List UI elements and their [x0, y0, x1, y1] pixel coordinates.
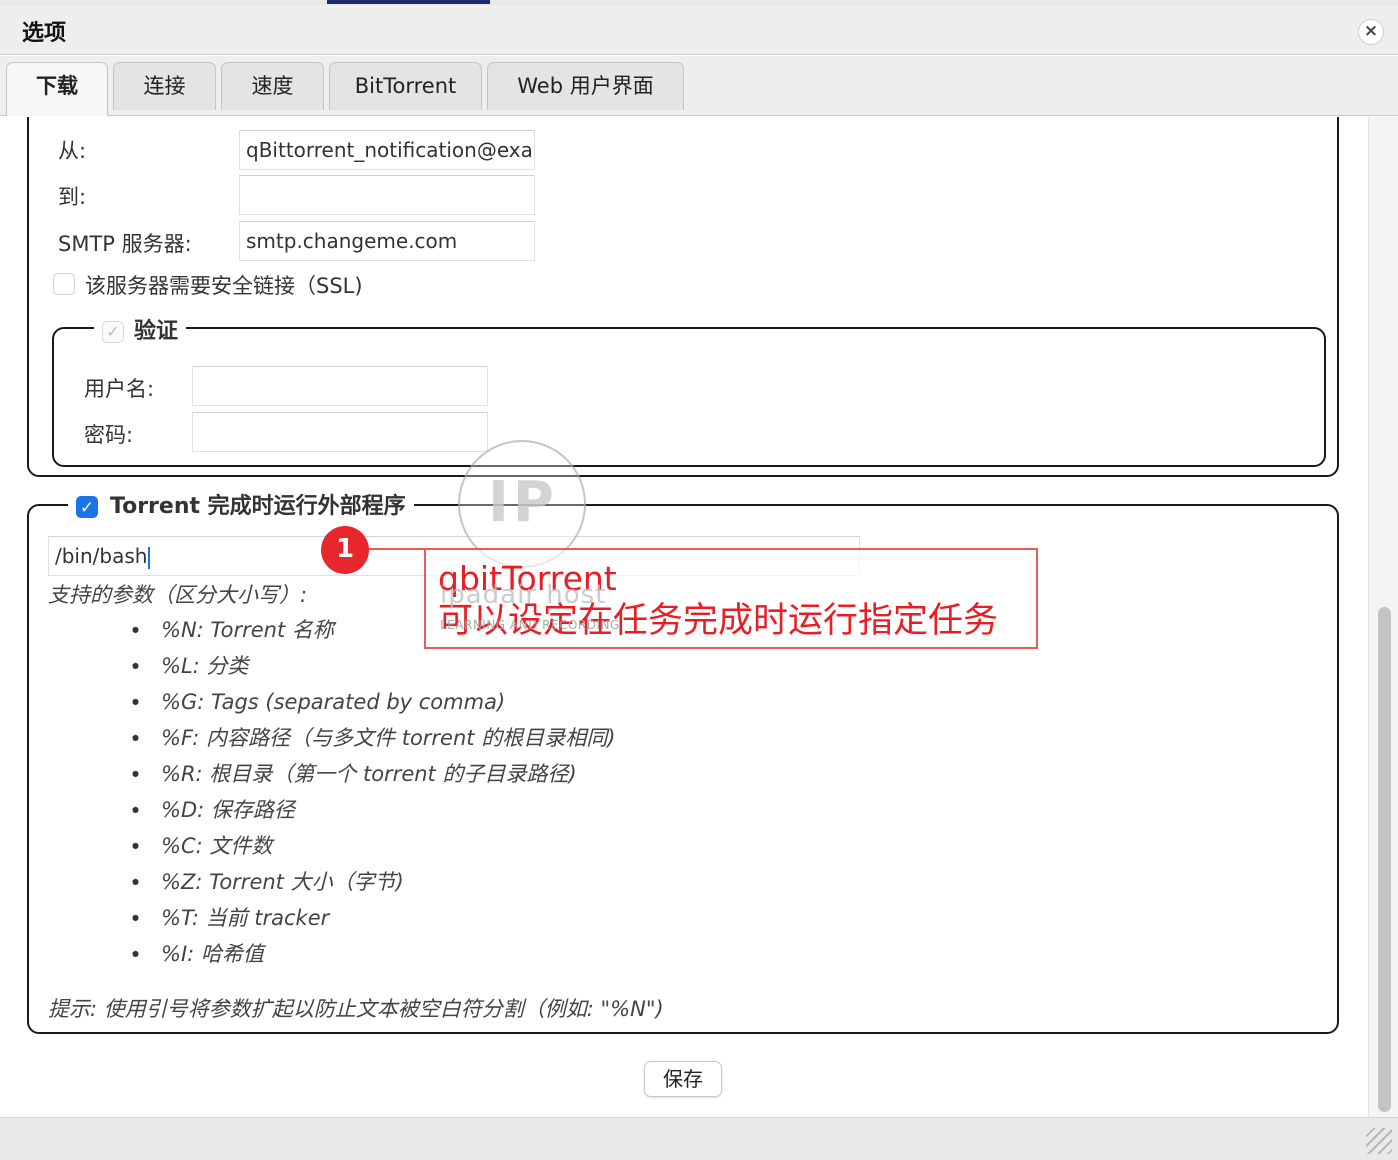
tab-webui[interactable]: Web 用户界面	[487, 62, 684, 110]
scrollbar-thumb[interactable]	[1378, 607, 1391, 1112]
run-program-checkbox[interactable]: ✓	[76, 496, 98, 518]
tab-bar: 下载 连接 速度 BitTorrent Web 用户界面	[0, 56, 1398, 116]
close-icon: ×	[1363, 21, 1379, 41]
dialog-titlebar: 选项 ×	[0, 5, 1398, 55]
top-strip-highlight	[327, 0, 490, 4]
param-item: %F: 内容路径（与多文件 torrent 的根目录相同)	[130, 721, 615, 757]
run-program-legend: ✓ Torrent 完成时运行外部程序	[68, 488, 414, 520]
ssl-checkbox[interactable]	[53, 273, 75, 295]
watermark-subtitle: LEARNING AND RECORDING	[440, 618, 620, 632]
to-input[interactable]	[239, 175, 535, 215]
save-button[interactable]: 保存	[644, 1061, 722, 1097]
tab-download[interactable]: 下载	[6, 62, 108, 116]
auth-checkbox[interactable]: ✓	[102, 321, 124, 343]
param-item: %Z: Torrent 大小（字节)	[130, 865, 615, 901]
annotation-badge: 1	[321, 526, 369, 574]
annotation-connector	[368, 548, 426, 550]
param-item: %I: 哈希值	[130, 937, 615, 973]
username-label: 用户名:	[84, 377, 155, 401]
vertical-scrollbar[interactable]	[1368, 117, 1398, 1117]
param-item: %R: 根目录（第一个 torrent 的子目录路径)	[130, 757, 615, 793]
text-cursor	[148, 546, 151, 569]
param-item: %D: 保存路径	[130, 793, 615, 829]
dialog-title: 选项	[22, 21, 67, 46]
watermark-logo-text: IP	[488, 470, 558, 535]
params-list: %N: Torrent 名称 %L: 分类 %G: Tags (separate…	[130, 613, 615, 973]
tab-bittorrent[interactable]: BitTorrent	[329, 62, 482, 110]
params-title: 支持的参数（区分大小写）:	[48, 583, 308, 607]
smtp-input[interactable]: smtp.changeme.com	[239, 221, 535, 261]
resize-grip-icon[interactable]	[1366, 1128, 1392, 1154]
param-item: %G: Tags (separated by comma)	[130, 685, 615, 721]
param-item: %C: 文件数	[130, 829, 615, 865]
auth-legend-label: 验证	[134, 319, 179, 344]
quote-hint: 提示: 使用引号将参数扩起以防止文本被空白符分割（例如: "%N")	[48, 997, 664, 1021]
param-item: %T: 当前 tracker	[130, 901, 615, 937]
run-program-legend-label: Torrent 完成时运行外部程序	[110, 494, 406, 519]
command-value: /bin/bash	[55, 544, 148, 568]
password-input[interactable]	[192, 412, 488, 452]
from-label: 从:	[58, 139, 87, 163]
close-button[interactable]: ×	[1358, 19, 1384, 45]
password-label: 密码:	[84, 423, 134, 447]
smtp-label: SMTP 服务器:	[58, 232, 192, 256]
username-input[interactable]	[192, 366, 488, 406]
param-item: %L: 分类	[130, 649, 615, 685]
tab-speed[interactable]: 速度	[221, 62, 324, 110]
to-label: 到:	[58, 185, 87, 209]
ssl-label: 该服务器需要安全链接（SSL)	[85, 274, 363, 298]
watermark-name: ipadair host	[440, 580, 607, 610]
tab-connection[interactable]: 连接	[113, 62, 216, 110]
from-input[interactable]: qBittorrent_notification@example.com	[239, 130, 535, 170]
dialog-footer	[0, 1117, 1398, 1160]
auth-legend: ✓ 验证	[94, 313, 187, 345]
